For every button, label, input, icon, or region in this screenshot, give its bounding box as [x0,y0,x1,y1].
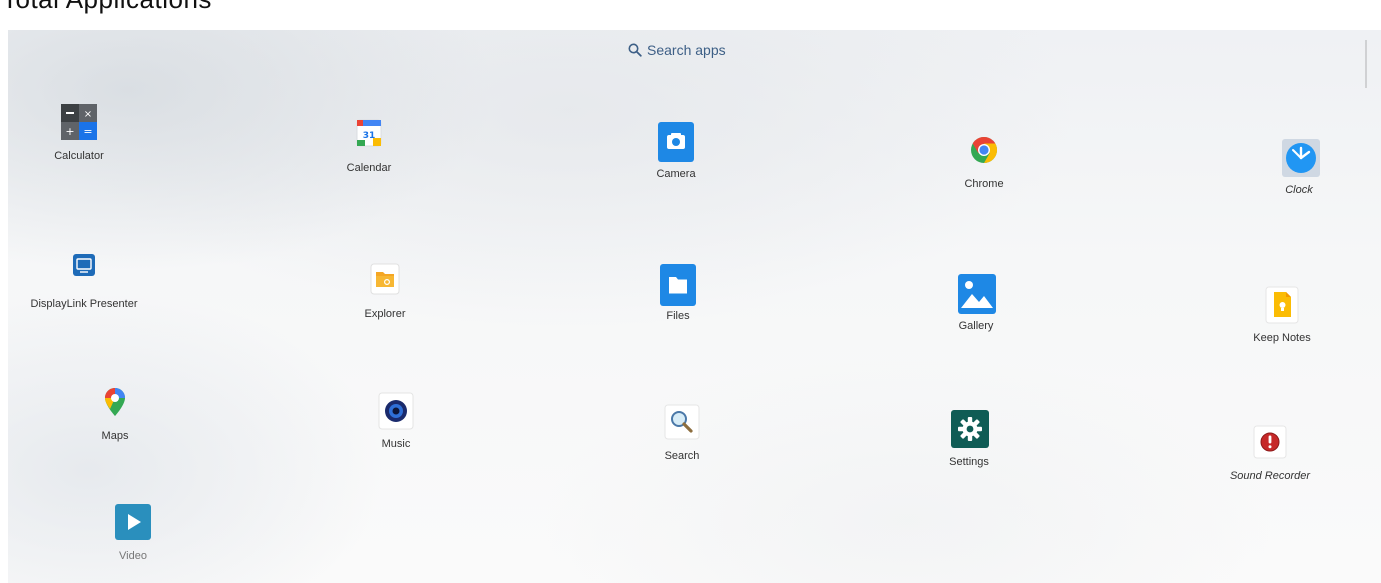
app-label: Search [664,450,700,462]
app-label: Maps [101,430,129,442]
app-keep-notes[interactable]: Keep Notes [1207,286,1357,344]
app-calendar[interactable]: 31 Calendar [294,116,444,174]
app-label: Files [666,310,690,322]
app-files[interactable]: Files [603,264,753,322]
drawer-edge-line [1365,40,1367,88]
search-apps-label: Search apps [647,42,726,58]
app-maps[interactable]: Maps [40,384,190,442]
calendar-icon: 31 [351,116,387,152]
svg-text:=: = [83,125,92,138]
app-label: Explorer [364,308,406,320]
search-apps-field[interactable]: Search apps [628,38,726,62]
files-folder-icon [660,264,696,306]
app-label: Camera [656,168,696,180]
app-settings[interactable]: Settings [894,410,1044,468]
camera-icon [658,122,694,162]
header-title: Total Applications [2,0,212,15]
app-label: DisplayLink Presenter [30,298,138,310]
app-label: Clock [1285,184,1313,196]
app-gallery[interactable]: Gallery [901,274,1051,332]
app-calculator[interactable]: × + = Calculator [4,104,154,162]
app-label: Video [119,550,147,562]
app-search[interactable]: Search [607,404,757,462]
explorer-folder-icon [367,262,403,298]
app-label: Chrome [964,178,1004,190]
calculator-icon: × + = [61,104,97,140]
app-chrome[interactable]: Chrome [909,132,1059,190]
app-label: Settings [949,456,989,468]
gallery-icon [958,274,996,314]
sound-recorder-icon [1252,424,1288,460]
app-video[interactable]: Video [58,504,208,562]
clock-icon [1281,138,1320,177]
search-icon [628,43,642,57]
app-music[interactable]: Music [321,392,471,450]
settings-gear-icon [951,410,989,448]
app-clock[interactable]: Clock [1224,138,1374,196]
svg-text:+: + [65,125,74,138]
app-displaylink-presenter[interactable]: DisplayLink Presenter [9,252,159,310]
displaylink-icon [66,252,102,288]
header-strip: Total Applications [0,0,1381,30]
chrome-icon [966,132,1002,168]
magnifier-icon [664,404,700,440]
app-label: Keep Notes [1253,332,1311,344]
app-sound-recorder[interactable]: Sound Recorder [1195,424,1345,482]
maps-pin-icon [97,384,133,420]
video-play-icon [115,504,151,540]
app-label: Sound Recorder [1229,470,1311,482]
app-label: Calendar [346,162,392,174]
keep-notes-icon [1264,286,1300,324]
app-label: Calculator [54,150,104,162]
music-icon [378,392,414,430]
app-explorer[interactable]: Explorer [310,262,460,320]
svg-text:31: 31 [363,131,376,141]
app-camera[interactable]: Camera [601,122,751,180]
app-label: Music [381,438,411,450]
app-label: Gallery [958,320,994,332]
svg-text:×: × [84,109,92,120]
